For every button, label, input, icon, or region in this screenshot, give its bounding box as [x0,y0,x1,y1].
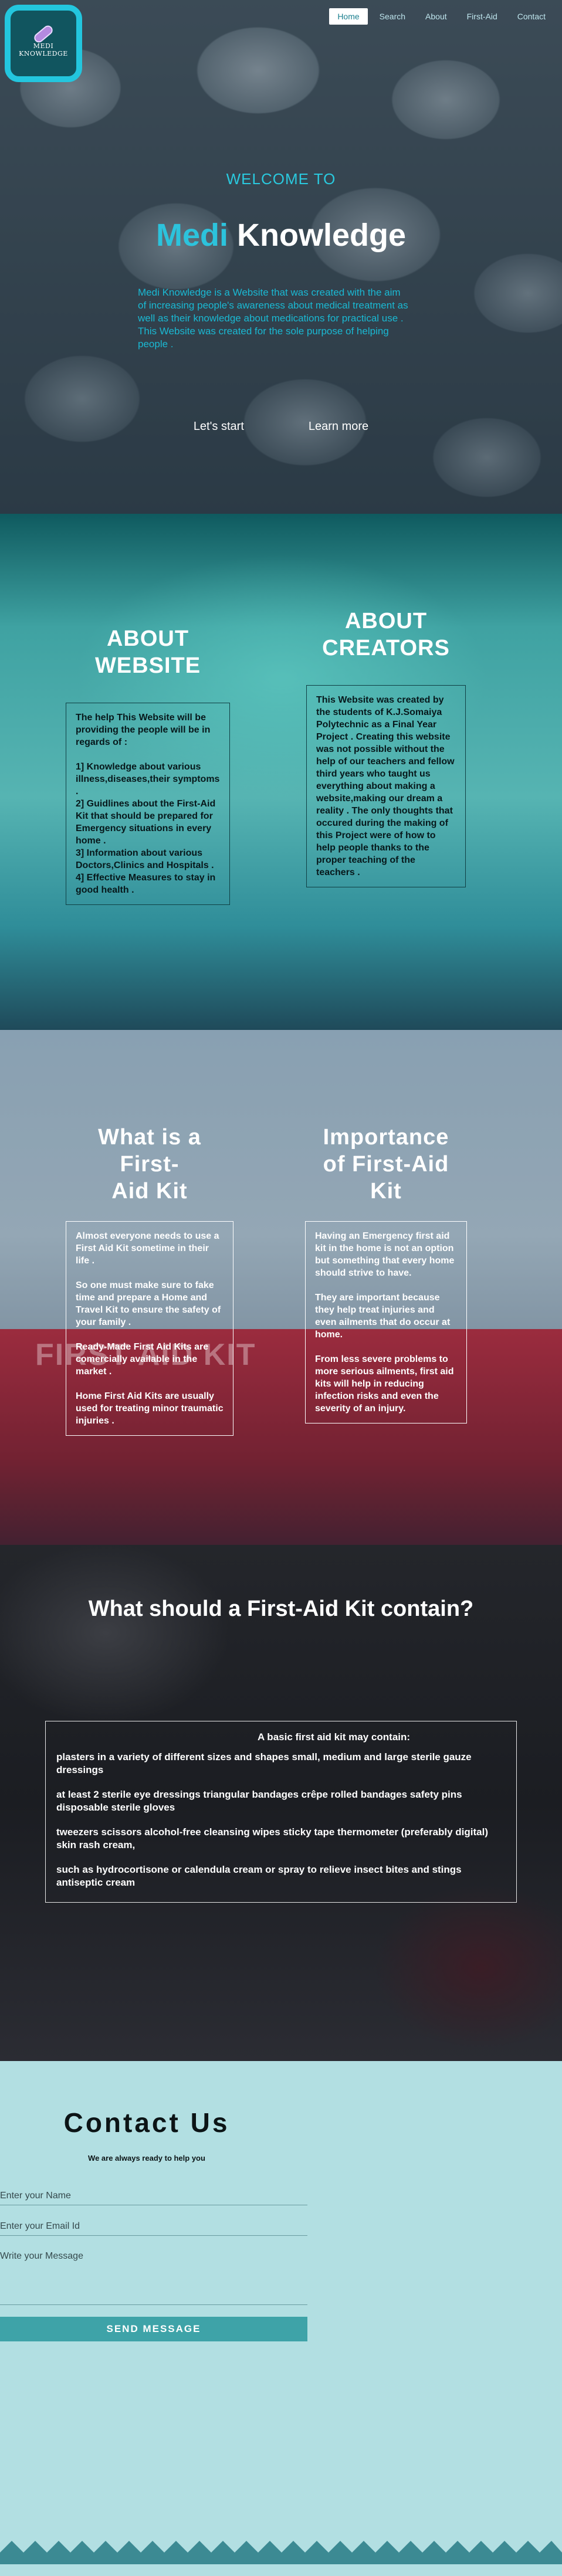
about-website-paragraph: 1] Knowledge about various illness,disea… [76,762,220,796]
what-paragraph: Home First Aid Kits are usually used for… [76,1391,224,1426]
about-creators-title-line1: ABOUT [344,609,428,633]
nav-search[interactable]: Search [371,8,414,25]
about-website-title-line1: ABOUT [106,626,189,651]
zigzag-divider [0,2541,562,2564]
importance-title: Importance of First-Aid Kit [305,1124,467,1205]
hero-section: MEDI KNOWLEDGE Home Search About First-A… [0,0,562,514]
kit-item: at least 2 sterile eye dressings triangu… [56,1789,462,1813]
logo-text-line1: MEDI [33,42,54,50]
logo-text-line2: KNOWLEDGE [19,50,68,57]
what-title-line1: What is a First- [98,1125,201,1177]
intro-line: of increasing people's awareness about m… [138,300,408,324]
what-is-first-aid: What is a First- Aid Kit Almost everyone… [66,1124,233,1436]
importance-first-aid: Importance of First-Aid Kit Having an Em… [305,1124,467,1423]
hero-actions: Let's start Learn more [0,415,562,438]
contact-title: Contact Us [63,2107,230,2138]
what-paragraph: So one must make sure to fake time and p… [76,1280,221,1327]
about-website-paragraph: The help This Website will be providing … [76,713,211,747]
about-website-title: ABOUT WEBSITE [66,625,230,679]
about-section: ABOUT WEBSITE The help This Website will… [0,514,562,1030]
name-input[interactable] [0,2187,307,2205]
what-title-line2: Aid Kit [111,1179,188,1204]
about-creators-title-line2: CREATORS [322,636,450,660]
about-website-box: The help This Website will be providing … [66,703,230,905]
about-creators-text: This Website was created by the students… [316,695,455,877]
send-message-button[interactable]: SEND MESSAGE [0,2317,307,2341]
nav-about[interactable]: About [417,8,455,25]
kit-item: such as hydrocortisone or calendula crea… [56,1864,462,1888]
intro-text: Medi Knowledge is a Website that was cre… [138,286,414,351]
importance-paragraph: They are important because they help tre… [315,1293,451,1340]
kit-contents-box: A basic first aid kit may contain: plast… [45,1721,517,1903]
site-logo[interactable]: MEDI KNOWLEDGE [5,5,82,82]
about-creators-title: ABOUT CREATORS [306,608,466,662]
contact-subtitle: We are always ready to help you [88,2154,205,2163]
kit-contents-section: What should a First-Aid Kit contain? A b… [0,1545,562,2061]
site-title-rest: Knowledge [228,218,407,253]
pill-icon [32,23,55,45]
about-website-paragraph [76,748,220,761]
nav-home[interactable]: Home [329,8,368,25]
about-website: ABOUT WEBSITE The help This Website will… [66,625,230,905]
kit-item: plasters in a variety of different sizes… [56,1751,472,1775]
about-website-title-line2: WEBSITE [94,653,201,678]
importance-title-line2: of First-Aid Kit [323,1152,449,1204]
importance-paragraph: Having an Emergency first aid kit in the… [315,1231,455,1278]
learn-more-link[interactable]: Learn more [297,415,380,438]
about-website-paragraph: 3] Information about various Doctors,Cli… [76,848,214,870]
what-paragraph: Almost everyone needs to use a First Aid… [76,1231,219,1266]
about-creators: ABOUT CREATORS This Website was created … [306,609,466,887]
lets-start-link[interactable]: Let's start [182,415,256,438]
what-is-first-aid-box: Almost everyone needs to use a First Aid… [66,1221,233,1436]
importance-box: Having an Emergency first aid kit in the… [305,1221,467,1423]
nav-contact[interactable]: Contact [509,8,554,25]
main-nav: Home Search About First-Aid Contact [329,8,554,25]
what-paragraph: Ready-Made First Aid Kits are comerciall… [76,1342,209,1377]
about-creators-box: This Website was created by the students… [306,685,466,887]
about-website-paragraph: 2] Guidlines about the First-Aid Kit tha… [76,799,216,846]
nav-first-aid[interactable]: First-Aid [459,8,506,25]
importance-title-line1: Importance [323,1125,449,1150]
intro-line: This Website was created for the sole pu… [138,326,389,350]
what-is-first-aid-title: What is a First- Aid Kit [66,1124,233,1205]
kit-contents-heading: A basic first aid kit may contain: [257,1731,411,1743]
welcome-text: WELCOME TO [226,170,336,188]
site-title: Medi Knowledge [0,217,562,253]
site-title-accent: Medi [155,218,228,253]
first-aid-section: FIRST AID KIT What is a First- Aid Kit A… [0,1030,562,1545]
intro-line: Medi Knowledge is a Website that was cre… [138,287,401,298]
email-input[interactable] [0,2217,307,2236]
message-textarea[interactable] [0,2249,307,2305]
logo-text: MEDI KNOWLEDGE [19,42,68,57]
kit-contents-title: What should a First-Aid Kit contain? [88,1597,474,1621]
about-website-paragraph: 4] Effective Measures to stay in good he… [76,873,216,895]
kit-item: tweezers scissors alcohol-free cleansing… [56,1826,488,1850]
importance-paragraph: From less severe problems to more seriou… [315,1354,454,1414]
contact-section: Contact Us We are always ready to help y… [0,2061,562,2576]
